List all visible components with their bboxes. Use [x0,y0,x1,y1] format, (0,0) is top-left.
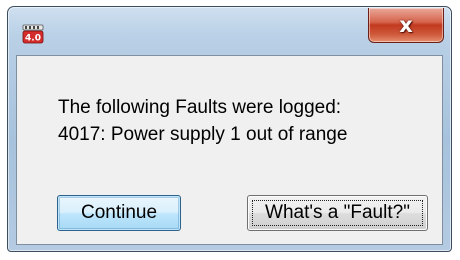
continue-button-label: Continue [80,202,158,223]
message-line-2: 4017: Power supply 1 out of range [58,124,348,145]
continue-button[interactable]: Continue [57,195,181,231]
whats-a-fault-button-label: What's a "Fault?" [265,202,410,223]
whats-a-fault-button[interactable]: What's a "Fault?" [247,195,428,231]
title-bar[interactable]: 4.0 x [8,7,451,55]
dialog-content: The following Faults were logged: 4017: … [16,55,443,245]
dialog-window: 4.0 x The following Faults were logged: … [7,6,452,252]
message-line-1: The following Faults were logged: [58,97,342,118]
fault-message: The following Faults were logged: 4017: … [58,94,347,148]
close-button[interactable]: x [368,8,444,43]
close-icon: x [399,12,413,37]
app-icon: 4.0 [22,24,44,44]
app-icon-text: 4.0 [25,34,41,44]
